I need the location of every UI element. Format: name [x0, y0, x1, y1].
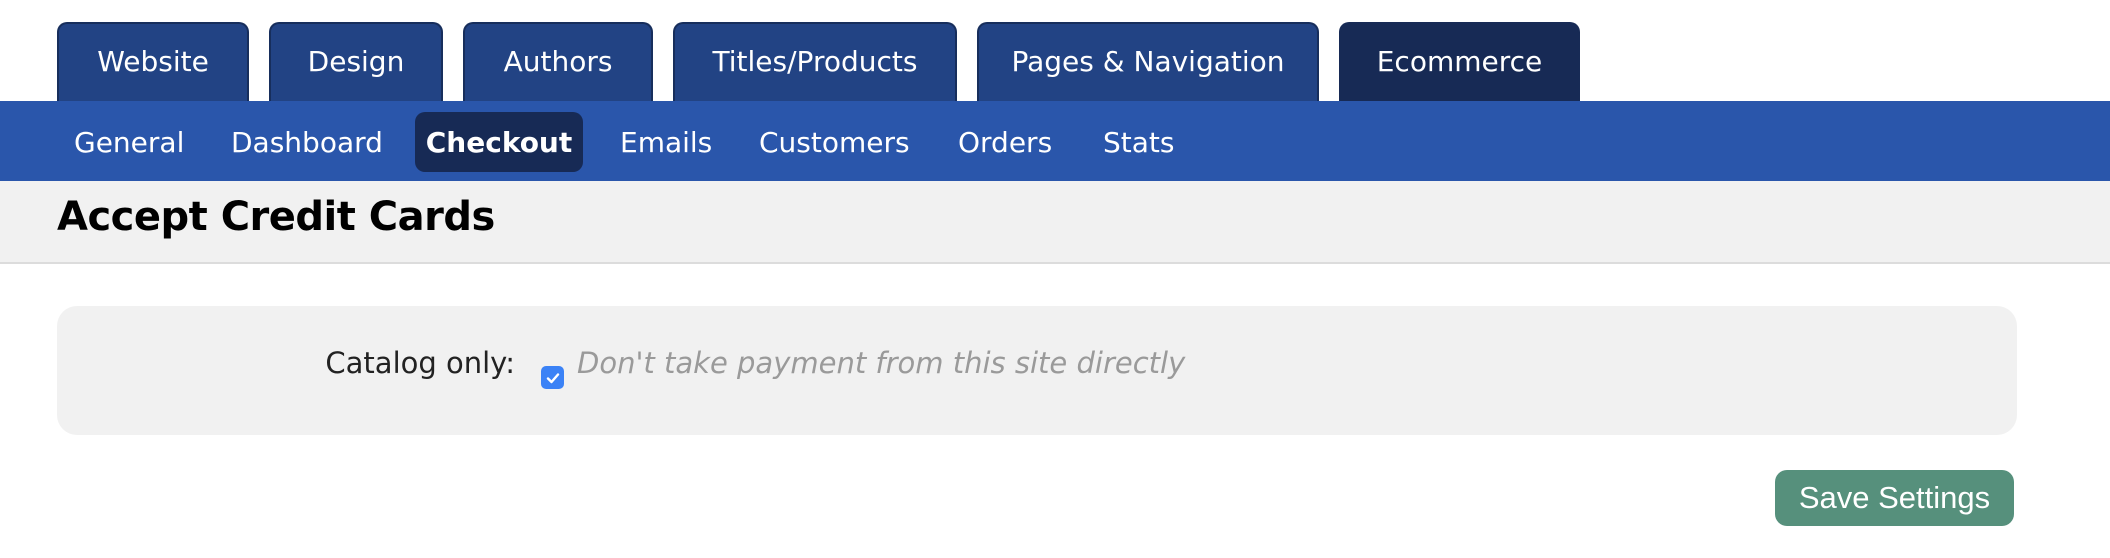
catalog-only-hint: Don't take payment from this site direct… — [577, 346, 1186, 380]
subnav-label: Stats — [1103, 125, 1175, 159]
subnav-checkout[interactable]: Checkout — [415, 112, 583, 172]
subnav-general[interactable]: General — [58, 112, 200, 172]
subnav-label: Dashboard — [231, 125, 383, 159]
tab-label: Website — [97, 44, 209, 78]
ecommerce-subnav: General Dashboard Checkout Emails Custom… — [0, 101, 2110, 181]
tab-label: Pages & Navigation — [1011, 44, 1285, 78]
catalog-only-label: Catalog only: — [325, 346, 515, 380]
page-header: Accept Credit Cards — [0, 181, 2110, 264]
main-tabs: Website Design Authors Titles/Products P… — [0, 22, 2110, 102]
subnav-emails[interactable]: Emails — [604, 112, 728, 172]
subnav-label: General — [74, 125, 185, 159]
subnav-label: Customers — [759, 125, 910, 159]
checkmark-icon — [546, 372, 559, 383]
tab-design[interactable]: Design — [269, 22, 443, 102]
tab-ecommerce[interactable]: Ecommerce — [1339, 22, 1580, 102]
save-settings-button[interactable]: Save Settings — [1775, 470, 2014, 526]
subnav-label: Orders — [958, 125, 1053, 159]
subnav-label: Checkout — [425, 125, 573, 159]
page-title: Accept Credit Cards — [57, 194, 495, 240]
subnav-orders[interactable]: Orders — [942, 112, 1068, 172]
subnav-dashboard[interactable]: Dashboard — [215, 112, 399, 172]
settings-panel: Catalog only: Don't take payment from th… — [57, 306, 2017, 435]
subnav-customers[interactable]: Customers — [743, 112, 926, 172]
tab-label: Titles/Products — [712, 44, 918, 78]
tab-website[interactable]: Website — [57, 22, 249, 102]
tab-label: Authors — [503, 44, 613, 78]
subnav-label: Emails — [620, 125, 713, 159]
catalog-only-checkbox[interactable] — [541, 366, 564, 389]
tab-label: Design — [307, 44, 405, 78]
tab-pages-navigation[interactable]: Pages & Navigation — [977, 22, 1319, 102]
tab-titles-products[interactable]: Titles/Products — [673, 22, 957, 102]
tab-label: Ecommerce — [1376, 44, 1543, 78]
subnav-stats[interactable]: Stats — [1087, 112, 1190, 172]
tab-authors[interactable]: Authors — [463, 22, 653, 102]
